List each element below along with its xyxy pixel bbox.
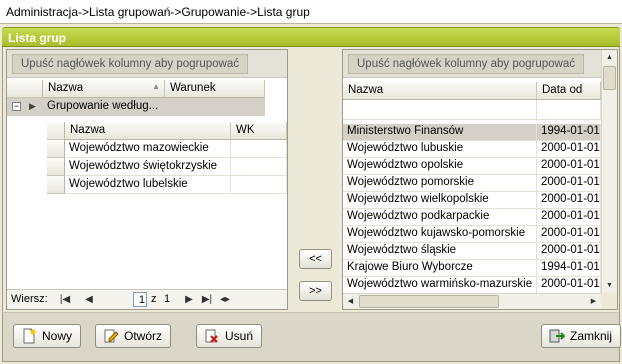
cell-date: 2000-01-01 <box>537 226 601 243</box>
cell-date: 2000-01-01 <box>537 192 601 209</box>
record-navigator: Wiersz: |◀ ◀ z 1 ▶ ▶| ◂▸ <box>7 289 287 309</box>
navigator-label: Wiersz: <box>11 293 48 305</box>
groups-grid: Upuść nagłówek kolumny aby pogrupować Na… <box>6 49 288 310</box>
first-record-icon[interactable]: |◀ <box>59 293 71 306</box>
open-button-label: Otwórz <box>124 329 163 343</box>
group-by-panel[interactable]: Upuść nagłówek kolumny aby pogrupować <box>343 50 601 78</box>
group-row-label: Grupowanie według... <box>47 100 159 112</box>
cell-name: Województwo wielkopolskie <box>343 192 537 209</box>
move-right-button[interactable]: >> <box>299 281 332 301</box>
horizontal-scrollbar[interactable]: ◀ ▶ <box>343 293 601 309</box>
cell-date: 2000-01-01 <box>537 243 601 260</box>
detail-cell-name: Województwo lubelskie <box>65 176 231 194</box>
filter-cell-name[interactable] <box>343 100 537 120</box>
column-header-name[interactable]: Nazwa <box>343 82 537 100</box>
new-button-label: Nowy <box>42 329 73 343</box>
detail-cell-wk <box>231 158 287 176</box>
vertical-scrollbar[interactable]: ▲ ▼ <box>601 50 617 293</box>
scroll-thumb[interactable] <box>359 295 499 308</box>
row-indicator <box>47 140 65 158</box>
detail-cell-name: Województwo świętokrzyskie <box>65 158 231 176</box>
new-document-icon <box>23 328 36 344</box>
row-indicator-header <box>7 80 43 98</box>
cell-date: 2000-01-01 <box>537 277 601 294</box>
last-record-icon[interactable]: ▶| <box>201 293 213 306</box>
cell-name: Ministerstwo Finansów <box>343 124 537 141</box>
sort-asc-icon: ▲ <box>152 82 160 91</box>
scroll-left-icon[interactable]: ◀ <box>343 294 358 309</box>
scroll-right-icon[interactable]: ▶ <box>586 294 601 309</box>
move-left-button[interactable]: << <box>299 249 332 269</box>
cell-date: 2000-01-01 <box>537 175 601 192</box>
row-indicator <box>47 158 65 176</box>
detail-column-header-wk[interactable]: WK <box>231 122 287 140</box>
group-by-hint: Upuść nagłówek kolumny aby pogrupować <box>12 54 248 74</box>
cell-date: 2000-01-01 <box>537 158 601 175</box>
cell-name: Województwo opolskie <box>343 158 537 175</box>
next-record-icon[interactable]: ▶ <box>183 293 195 306</box>
close-button[interactable]: Zamknij <box>541 324 622 348</box>
new-button[interactable]: Nowy <box>13 324 82 348</box>
delete-document-icon <box>205 329 218 343</box>
column-header-date[interactable]: Data od <box>537 82 601 100</box>
scroll-thumb[interactable] <box>603 66 616 90</box>
cell-name: Województwo śląskie <box>343 243 537 260</box>
close-button-label: Zamknij <box>570 329 613 343</box>
cell-name: Województwo lubuskie <box>343 141 537 158</box>
action-bar: Nowy Otwórz Usuń Zamknij <box>2 312 622 362</box>
navigator-total: 1 <box>164 293 171 305</box>
delete-button-label: Usuń <box>225 329 254 343</box>
detail-cell-wk <box>231 176 287 194</box>
content-area: Upuść nagłówek kolumny aby pogrupować Na… <box>2 47 620 312</box>
current-record-input[interactable] <box>133 292 147 307</box>
scroll-up-icon[interactable]: ▲ <box>602 50 617 65</box>
prev-record-icon[interactable]: ◀ <box>83 293 95 306</box>
cell-date: 2000-01-01 <box>537 141 601 158</box>
cell-name: Województwo kujawsko-pomorskie <box>343 226 537 243</box>
scroll-corner <box>601 293 617 309</box>
collapse-icon[interactable]: − <box>12 102 21 111</box>
cell-date: 1994-01-01 <box>537 260 601 277</box>
column-header-name[interactable]: Nazwa ▲ <box>43 80 165 98</box>
filter-cell-date[interactable] <box>537 100 601 120</box>
cell-name: Krajowe Biuro Wyborcze <box>343 260 537 277</box>
detail-indicator-header <box>47 122 65 140</box>
detail-cell-wk <box>231 140 287 158</box>
edit-document-icon <box>104 329 119 343</box>
scroll-right-icon[interactable]: ◂▸ <box>219 293 231 306</box>
group-by-panel[interactable]: Upuść nagłówek kolumny aby pogrupować <box>7 50 287 78</box>
row-pointer-icon: ▶ <box>29 101 36 111</box>
cell-date: 2000-01-01 <box>537 209 601 226</box>
group-by-hint: Upuść nagłówek kolumny aby pogrupować <box>348 54 584 74</box>
breadcrumb: Administracja->Lista grupowań->Grupowani… <box>0 0 622 24</box>
panel-title: Lista grup <box>2 27 620 47</box>
cell-name: Województwo pomorskie <box>343 175 537 192</box>
cell-date: 1994-01-01 <box>537 124 601 141</box>
available-grid: Upuść nagłówek kolumny aby pogrupować Na… <box>342 49 618 310</box>
cell-name: Województwo podkarpackie <box>343 209 537 226</box>
delete-button[interactable]: Usuń <box>196 324 263 348</box>
navigator-of-label: z <box>151 293 157 305</box>
group-row[interactable]: − ▶ Grupowanie według... <box>7 98 265 116</box>
column-header-label: Nazwa <box>48 82 84 94</box>
detail-cell-name: Województwo mazowieckie <box>65 140 231 158</box>
exit-icon <box>549 329 565 343</box>
column-header-condition[interactable]: Warunek <box>165 80 265 98</box>
scroll-down-icon[interactable]: ▼ <box>602 278 617 293</box>
open-button[interactable]: Otwórz <box>95 324 172 348</box>
detail-column-header-name[interactable]: Nazwa <box>65 122 231 140</box>
cell-name: Województwo warmińsko-mazurskie <box>343 277 537 294</box>
row-indicator <box>47 176 65 194</box>
